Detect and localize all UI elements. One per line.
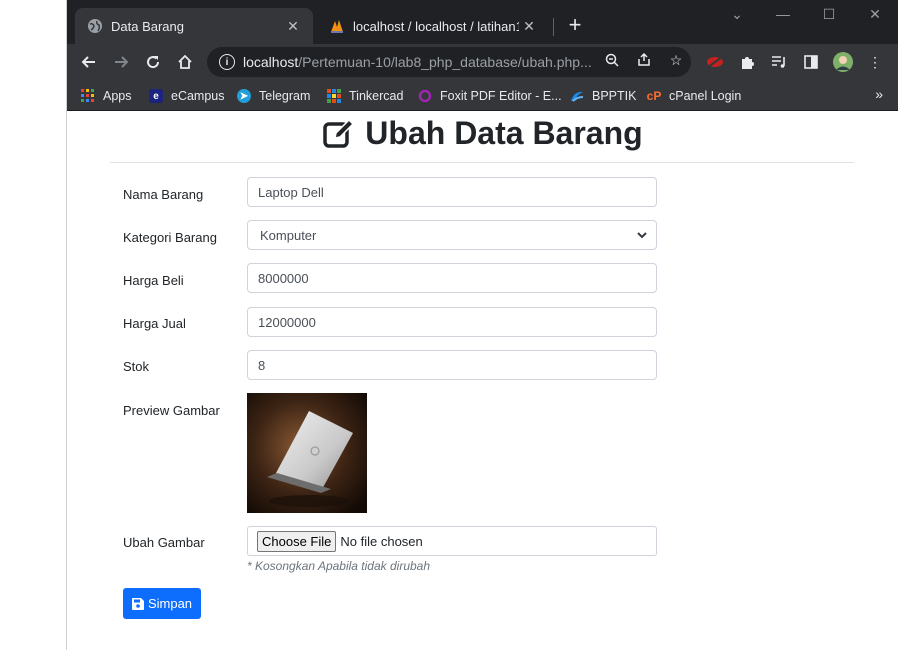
bookmarks-bar: Apps e eCampus ➤ Telegram Tinkercad Foxi… [67,80,898,111]
file-input[interactable]: Choose File No file chosen [247,526,657,556]
cpanel-icon: cP [646,89,662,103]
phpmyadmin-icon [329,18,345,34]
minimize-button[interactable]: — [765,6,801,26]
bookmark-tinkercad[interactable]: Tinkercad [327,86,403,106]
browser-window: Data Barang ✕ localhost / localhost / la… [66,0,898,650]
ecampus-icon: e [149,89,163,103]
kategori-barang-select[interactable]: Komputer [247,220,657,250]
close-window-button[interactable]: ✕ [857,6,893,26]
tab-data-barang[interactable]: Data Barang ✕ [75,8,313,44]
star-icon[interactable]: ☆ [667,51,685,69]
new-tab-button[interactable]: + [563,14,587,38]
chevron-down-icon [637,232,647,239]
save-button-label: Simpan [147,596,193,611]
reload-icon[interactable] [141,50,165,74]
save-icon [131,597,144,610]
globe-icon [87,18,103,34]
harga-jual-input[interactable]: 12000000 [247,307,657,337]
tinkercad-icon [327,89,341,103]
tab-separator [553,18,554,36]
bookmark-label: eCampus [171,89,225,103]
stok-input[interactable]: 8 [247,350,657,380]
home-icon[interactable] [173,50,197,74]
choose-file-button[interactable]: Choose File [257,530,337,552]
bookmark-label: Apps [103,89,132,103]
page-title: Ubah Data Barang [67,115,898,152]
bookmark-label: Telegram [259,89,311,103]
bookmark-label: Foxit PDF Editor - E... [440,89,562,103]
file-status: No file chosen [340,533,423,549]
label-preview-gambar: Preview Gambar [123,403,220,418]
save-button[interactable]: Simpan [123,588,201,619]
zoom-icon[interactable] [603,51,621,69]
url-text: localhost/Pertemuan-10/lab8_php_database… [243,54,592,70]
edit-icon [323,118,355,148]
bookmark-label: Tinkercad [349,89,404,103]
extension-eye-icon[interactable] [705,52,725,72]
page-title-text: Ubah Data Barang [365,115,643,151]
back-arrow-icon[interactable] [77,50,101,74]
kategori-selected-value: Komputer [260,227,317,243]
bookmark-apps[interactable]: Apps [81,86,132,106]
bpptik-icon [570,89,584,103]
forward-arrow-icon[interactable] [109,50,133,74]
bookmark-bpptik[interactable]: BPPTIK [570,86,636,106]
telegram-icon: ➤ [237,89,251,103]
product-preview-image [247,393,367,513]
profile-avatar[interactable] [833,52,853,72]
label-harga-jual: Harga Jual [123,316,186,331]
nama-barang-input[interactable]: Laptop Dell [247,177,657,207]
chevron-down-icon[interactable]: ⌄ [719,6,755,26]
side-panel-icon[interactable] [801,52,821,72]
page-content: Ubah Data Barang Nama Barang Laptop Dell… [67,111,898,650]
bookmark-telegram[interactable]: ➤ Telegram [237,86,310,106]
label-ubah-gambar: Ubah Gambar [123,535,205,550]
harga-beli-input[interactable]: 8000000 [247,263,657,293]
tab-phpmyadmin[interactable]: localhost / localhost / latihan1 / d ✕ [317,8,549,44]
close-tab-icon[interactable]: ✕ [519,16,539,36]
label-harga-beli: Harga Beli [123,273,184,288]
tab-strip: Data Barang ✕ localhost / localhost / la… [67,0,898,44]
maximize-button[interactable]: ☐ [811,6,847,26]
info-icon[interactable]: i [219,54,235,70]
divider [110,162,854,163]
media-queue-icon[interactable] [769,52,789,72]
tab-title: Data Barang [111,18,184,34]
tab-title: localhost / localhost / latihan1 / d [353,18,519,34]
bookmark-label: BPPTIK [592,89,637,103]
bookmark-foxit[interactable]: Foxit PDF Editor - E... [418,86,562,106]
label-nama-barang: Nama Barang [123,187,204,202]
share-icon[interactable] [635,51,653,69]
browser-toolbar: i localhost/Pertemuan-10/lab8_php_databa… [67,44,898,80]
bookmark-cpanel[interactable]: cP cPanel Login [646,86,742,106]
close-tab-icon[interactable]: ✕ [283,16,303,36]
left-gutter [0,0,66,650]
apps-grid-icon [81,89,95,103]
label-kategori-barang: Kategori Barang [123,230,217,245]
puzzle-icon[interactable] [737,52,757,72]
bookmarks-overflow-button[interactable]: » [875,86,883,102]
more-menu-icon[interactable]: ⋮ [865,52,885,72]
file-hint: * Kosongkan Apabila tidak dirubah [247,559,431,573]
bookmark-ecampus[interactable]: e eCampus [149,86,225,106]
foxit-icon [418,89,432,103]
label-stok: Stok [123,359,150,374]
bookmark-label: cPanel Login [669,89,742,103]
